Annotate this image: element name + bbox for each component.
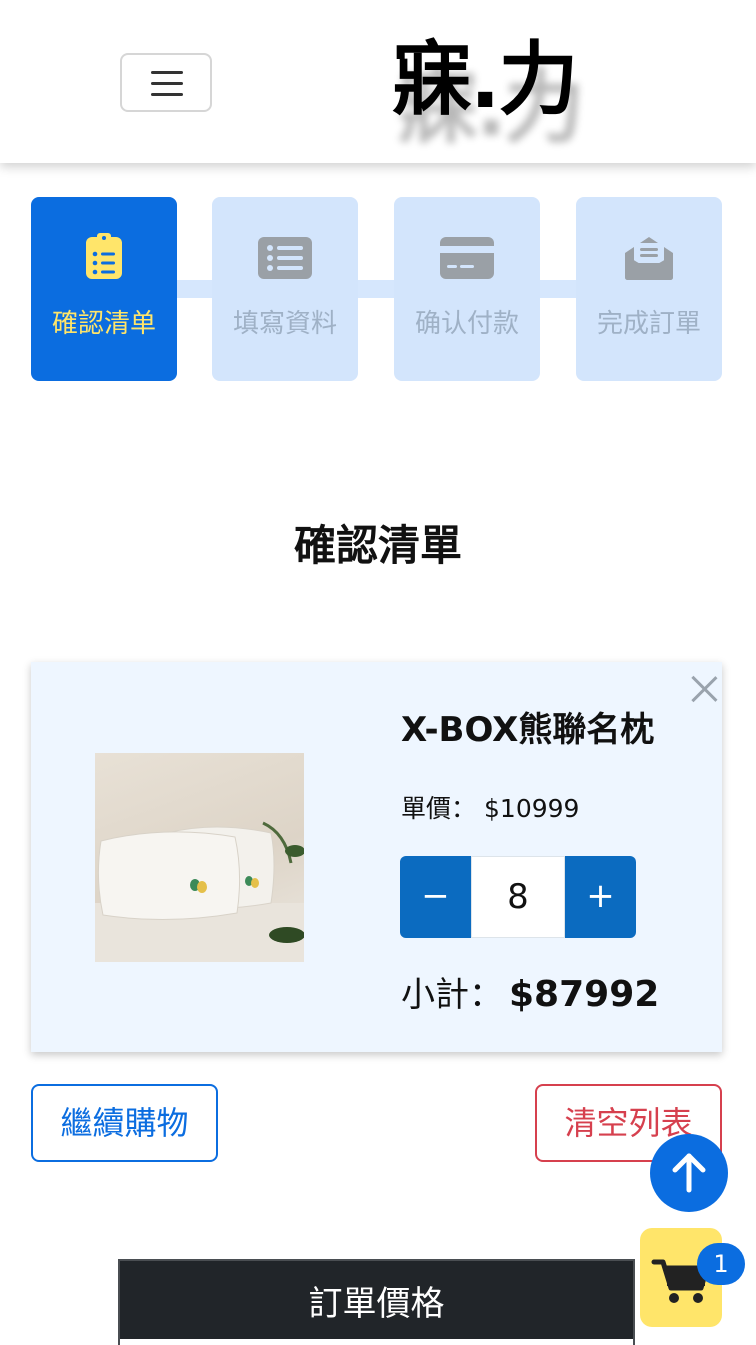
top-navbar: 寐.力 — [0, 0, 756, 163]
step-label: 確認清单 — [51, 309, 156, 339]
clipboard-list-icon — [86, 233, 122, 279]
step-label: 完成訂單 — [596, 309, 701, 339]
continue-shopping-button[interactable]: 繼續購物 — [31, 1084, 218, 1162]
unit-price-label: 單價： — [401, 794, 477, 823]
credit-card-icon — [440, 237, 494, 279]
step-confirm-payment: 确认付款 — [394, 197, 540, 381]
decrease-quantity-button[interactable]: − — [400, 856, 471, 938]
scroll-to-top-button[interactable] — [650, 1134, 728, 1212]
envelope-open-icon — [625, 237, 673, 280]
hamburger-menu-icon — [151, 71, 183, 74]
cart-count-badge: 1 — [697, 1243, 745, 1285]
page-title: 確認清單 — [293, 521, 462, 570]
product-name: X-BOX熊聯名枕 — [401, 710, 655, 750]
brand-logo[interactable]: 寐.力 — [392, 30, 578, 130]
subtotal: 小計： $87992 — [401, 967, 659, 1016]
unit-price: 單價： $10999 — [401, 789, 579, 825]
product-image — [95, 753, 304, 962]
step-complete-order: 完成訂單 — [576, 197, 722, 381]
unit-price-value: $10999 — [484, 794, 580, 823]
subtotal-value: $87992 — [509, 974, 660, 1015]
hamburger-menu-button[interactable] — [120, 53, 212, 112]
increase-quantity-button[interactable]: + — [565, 856, 636, 938]
checkout-steps: 確認清单 填寫資料 确认付款 完成訂單 — [31, 197, 722, 381]
step-label: 填寫資料 — [232, 309, 337, 339]
cart-item-card: X-BOX熊聯名枕 單價： $10999 − 8 + 小計： $87992 — [31, 662, 722, 1052]
quantity-stepper: − 8 + — [400, 856, 636, 938]
list-icon — [258, 237, 312, 279]
steps-connector — [101, 280, 652, 298]
pillow-photo — [95, 821, 304, 962]
arrow-up-icon — [672, 1153, 706, 1193]
order-price-title: 訂單價格 — [308, 1284, 445, 1324]
step-confirm-list: 確認清单 — [31, 197, 177, 381]
quantity-input[interactable]: 8 — [471, 856, 565, 938]
order-price-panel[interactable]: 訂單價格 — [118, 1259, 635, 1345]
subtotal-label: 小計： — [401, 975, 503, 1015]
step-fill-info: 填寫資料 — [212, 197, 358, 381]
step-label: 确认付款 — [414, 309, 519, 339]
remove-item-button[interactable] — [687, 672, 721, 706]
